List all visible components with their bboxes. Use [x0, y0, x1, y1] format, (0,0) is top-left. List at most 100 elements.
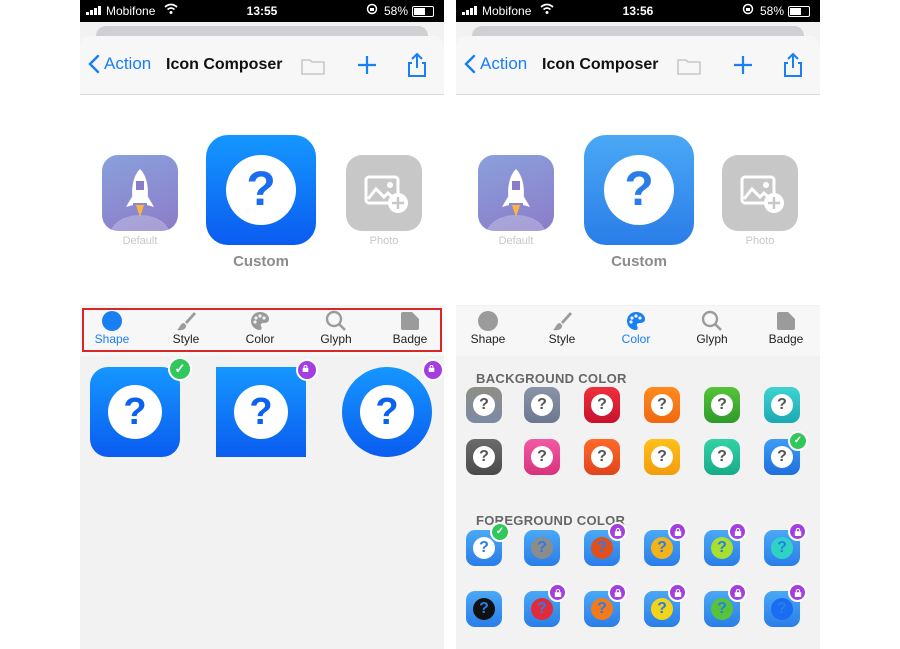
default-label: Default [498, 235, 534, 247]
preview-photo[interactable]: Photo [722, 155, 798, 247]
share-icon[interactable] [782, 52, 804, 78]
brush-icon [553, 312, 572, 331]
foreground-swatch[interactable]: ? [466, 591, 502, 627]
preview-default[interactable]: Default [102, 155, 178, 247]
question-mark-icon: ? [711, 537, 733, 559]
battery-percent: 58% [383, 4, 408, 18]
question-mark-icon: ? [531, 394, 553, 416]
custom-label: Custom [233, 253, 289, 270]
question-mark-icon: ? [226, 155, 296, 225]
question-mark-icon: ? [771, 537, 793, 559]
tab-style[interactable]: Style [530, 310, 594, 346]
preview-custom[interactable]: ? Custom [206, 135, 316, 270]
foreground-swatch[interactable]: ? [644, 522, 687, 566]
battery-icon [412, 6, 434, 17]
background-swatch[interactable]: ? [466, 387, 502, 423]
question-mark-icon: ? [473, 394, 495, 416]
background-swatch[interactable]: ? [764, 387, 800, 423]
background-swatch[interactable]: ? ✓ [764, 431, 808, 475]
question-mark-icon: ? [771, 394, 793, 416]
icon-preview: Default ? Custom Photo [456, 95, 820, 305]
check-icon: ✓ [788, 431, 808, 451]
foreground-swatch[interactable]: ? [524, 583, 567, 627]
question-mark-icon: ? [531, 446, 553, 468]
question-mark-icon: ? [360, 385, 414, 439]
question-mark-icon: ? [473, 598, 495, 620]
question-mark-icon: ? [771, 598, 793, 620]
plus-icon[interactable] [732, 54, 754, 76]
palette-icon [627, 312, 645, 330]
background-swatch[interactable]: ? [704, 439, 740, 475]
default-label: Default [122, 235, 158, 247]
foreground-swatch[interactable]: ? [704, 522, 747, 566]
check-icon: ✓ [168, 357, 192, 381]
shape-circle[interactable]: ? [342, 359, 444, 457]
shape-rounded[interactable]: ? ✓ [90, 357, 192, 457]
question-mark-icon: ? [711, 598, 733, 620]
question-mark-icon: ? [651, 537, 673, 559]
foreground-swatch[interactable]: ? [584, 583, 627, 627]
background-swatch[interactable]: ? [584, 387, 620, 423]
shape-square[interactable]: ? [216, 359, 318, 457]
question-mark-icon: ? [651, 446, 673, 468]
check-icon: ✓ [490, 522, 510, 542]
foreground-swatch[interactable]: ? [764, 583, 807, 627]
tab-label: Shape [470, 332, 506, 346]
lock-icon [548, 583, 567, 602]
background-swatch[interactable]: ? [704, 387, 740, 423]
share-icon[interactable] [406, 52, 428, 78]
foreground-swatch[interactable]: ? ✓ [466, 522, 510, 566]
background-swatch[interactable]: ? [584, 439, 620, 475]
custom-icon: ? [206, 135, 316, 245]
question-mark-icon: ? [473, 446, 495, 468]
tab-badge[interactable]: Badge [754, 310, 818, 346]
background-swatch[interactable]: ? [466, 439, 502, 475]
preview-photo[interactable]: Photo [346, 155, 422, 247]
lock-icon [668, 522, 687, 541]
foreground-swatch[interactable]: ? [584, 522, 627, 566]
photo-add-icon [346, 155, 422, 231]
background-swatch[interactable]: ? [644, 439, 680, 475]
foreground-swatch[interactable]: ? [764, 522, 807, 566]
back-label: Action [480, 54, 528, 73]
lock-icon [728, 522, 747, 541]
lock-icon [608, 583, 627, 602]
phone-screen-color-tab: Mobifone 13:56 58% Action Icon Composer … [456, 0, 820, 649]
foreground-swatch[interactable]: ? [524, 530, 560, 566]
foreground-swatch[interactable]: ? [644, 583, 687, 627]
plus-icon[interactable] [356, 54, 378, 76]
nav-bar: Action Icon Composer [80, 36, 444, 95]
folder-icon[interactable] [676, 56, 702, 76]
preview-default[interactable]: Default [478, 155, 554, 247]
phone-screen-shape-tab: Mobifone 13:55 58% Action Icon Composer … [80, 0, 444, 649]
foreground-swatch[interactable]: ? [704, 583, 747, 627]
tab-label: Badge [768, 332, 804, 346]
folder-icon[interactable] [300, 56, 326, 76]
chevron-left-icon [464, 54, 476, 74]
background-color-title: BACKGROUND COLOR [476, 371, 627, 386]
tab-color[interactable]: Color [604, 310, 668, 346]
tab-glyph[interactable]: Glyph [680, 310, 744, 346]
page-title: Icon Composer [166, 56, 283, 73]
rotation-lock-icon [366, 3, 378, 15]
custom-label: Custom [611, 253, 667, 270]
question-mark-icon: ? [531, 598, 553, 620]
rotation-lock-icon [742, 3, 754, 15]
background-swatch[interactable]: ? [524, 439, 560, 475]
lock-icon [608, 522, 627, 541]
question-mark-icon: ? [711, 394, 733, 416]
lock-icon [728, 583, 747, 602]
lock-icon [788, 583, 807, 602]
question-mark-icon: ? [108, 385, 162, 439]
battery-percent: 58% [759, 4, 784, 18]
lock-icon [422, 359, 444, 381]
background-swatch[interactable]: ? [524, 387, 560, 423]
preview-custom[interactable]: ? Custom [584, 135, 694, 270]
tab-shape[interactable]: Shape [456, 310, 520, 346]
question-mark-icon: ? [531, 537, 553, 559]
background-swatch[interactable]: ? [644, 387, 680, 423]
question-mark-icon: ? [591, 598, 613, 620]
back-button[interactable]: Action [464, 54, 527, 74]
back-button[interactable]: Action [88, 54, 151, 74]
lock-icon [668, 583, 687, 602]
